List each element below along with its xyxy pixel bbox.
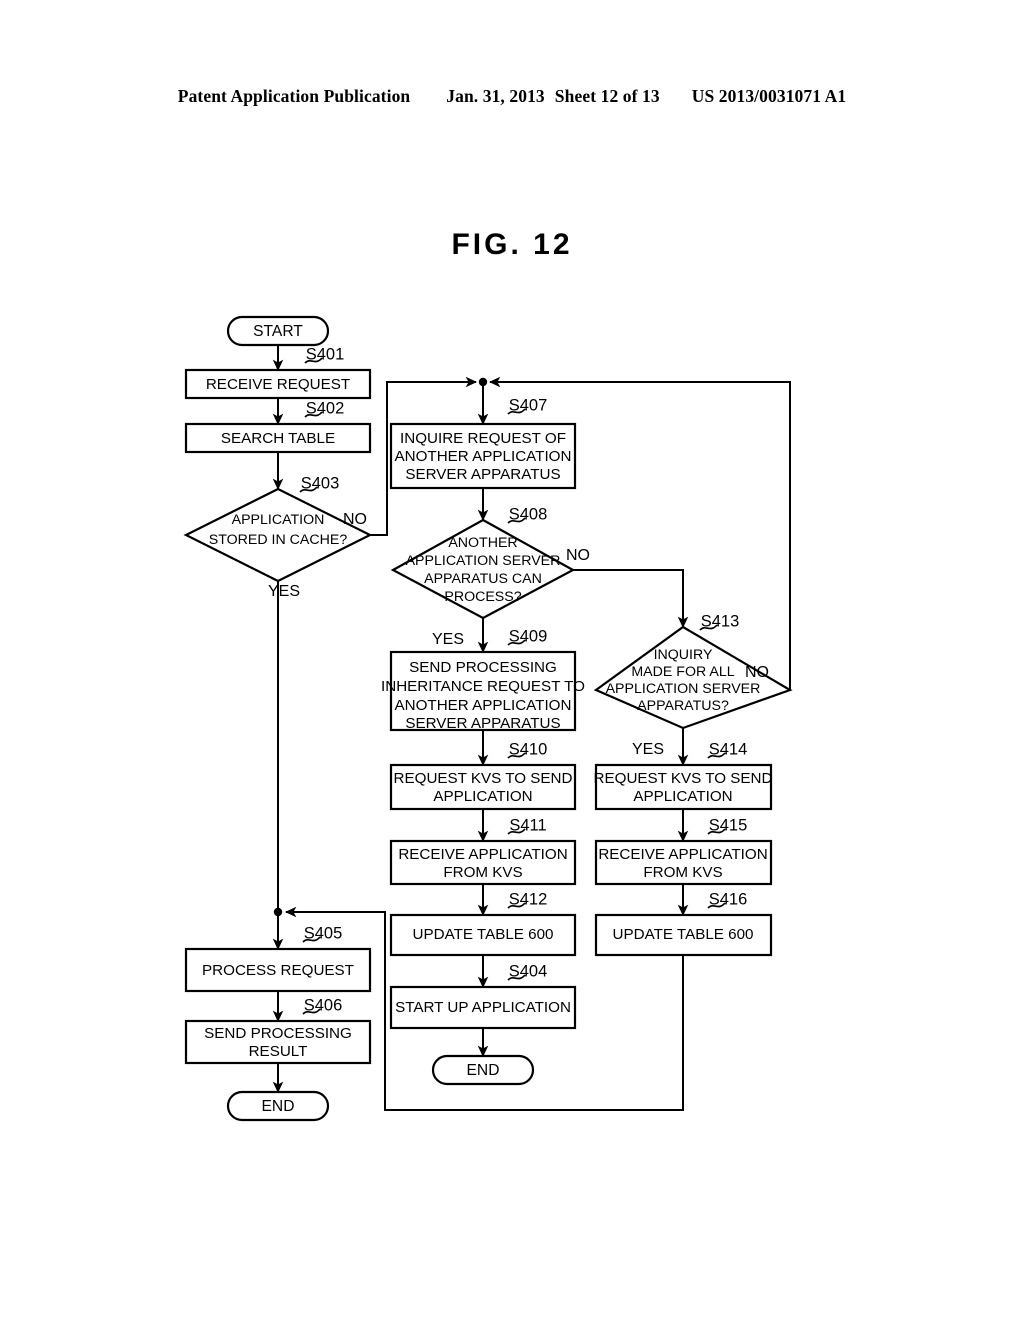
step-leader-s409: S409 — [507, 627, 548, 646]
node-s410-line-1: APPLICATION — [433, 788, 532, 805]
node-s414-line-1: APPLICATION — [633, 788, 732, 805]
terminal-start: START — [226, 315, 330, 347]
flowchart-diagram: START RECEIVE REQUEST S401 SEARCH TABLE … — [183, 315, 793, 1122]
step-label-s402: S402 — [306, 399, 345, 417]
step-label-s404: S404 — [509, 962, 548, 980]
step-label-s415: S415 — [709, 816, 748, 834]
node-s411: RECEIVE APPLICATION FROM KVS — [389, 839, 577, 886]
terminal-start-label: START — [253, 323, 303, 340]
edge-label-s408-yes: YES — [432, 631, 464, 648]
node-s409-line-0: SEND PROCESSING — [409, 659, 557, 676]
terminal-end-left-label: END — [262, 1098, 295, 1115]
step-leader-s414: S414 — [707, 740, 748, 759]
node-s401-line-0: RECEIVE REQUEST — [206, 376, 350, 393]
step-label-s414: S414 — [709, 740, 748, 758]
node-s407-line-1: ANOTHER APPLICATION — [395, 448, 572, 465]
step-leader-s406: S406 — [302, 996, 343, 1015]
node-s415-line-0: RECEIVE APPLICATION — [598, 846, 767, 863]
step-label-s405: S405 — [304, 924, 343, 942]
node-s413-line-3: APPARATUS? — [637, 698, 729, 714]
node-s405: PROCESS REQUEST — [184, 947, 372, 993]
node-s408-line-0: ANOTHER — [448, 535, 517, 551]
node-s408-line-2: APPARATUS CAN — [424, 571, 542, 587]
node-s406-line-1: RESULT — [249, 1043, 308, 1060]
step-leader-s404: S404 — [507, 962, 548, 981]
node-s405-line-0: PROCESS REQUEST — [202, 962, 354, 979]
node-s416: UPDATE TABLE 600 — [594, 913, 773, 957]
step-label-s403: S403 — [301, 474, 340, 492]
node-s403-line-1: STORED IN CACHE? — [209, 532, 348, 548]
node-s410-line-0: REQUEST KVS TO SEND — [394, 770, 573, 787]
node-s407: INQUIRE REQUEST OF ANOTHER APPLICATION S… — [389, 422, 577, 490]
node-s414: REQUEST KVS TO SEND APPLICATION — [594, 763, 773, 811]
terminal-end-middle-label: END — [467, 1062, 500, 1079]
node-s402-line-0: SEARCH TABLE — [221, 430, 335, 447]
step-leader-s401: S401 — [304, 345, 345, 364]
terminal-end-middle: END — [431, 1054, 535, 1086]
node-s407-line-2: SERVER APPARATUS — [405, 466, 560, 483]
edge-label-s413-yes: YES — [632, 741, 664, 758]
edge-label-s408-no: NO — [566, 547, 590, 564]
step-leader-s410: S410 — [507, 740, 548, 759]
node-s413-line-0: INQUIRY — [654, 647, 713, 663]
node-s411-line-1: FROM KVS — [443, 864, 522, 881]
node-s409: SEND PROCESSING INHERITANCE REQUEST TO A… — [381, 650, 585, 732]
node-s404: START UP APPLICATION — [389, 985, 577, 1030]
terminal-end-left: END — [226, 1090, 330, 1122]
node-s409-line-2: ANOTHER APPLICATION — [395, 697, 572, 714]
step-leader-s416: S416 — [707, 890, 748, 909]
step-label-s410: S410 — [509, 740, 548, 758]
node-s402: SEARCH TABLE — [184, 422, 372, 454]
step-leader-s405: S405 — [302, 924, 343, 943]
node-s407-line-0: INQUIRE REQUEST OF — [400, 430, 566, 447]
node-s408: ANOTHER APPLICATION SERVER APPARATUS CAN… — [390, 518, 576, 620]
edge-label-s403-yes: YES — [268, 583, 300, 600]
node-s415-line-1: FROM KVS — [643, 864, 722, 881]
step-leader-s412: S412 — [507, 890, 548, 909]
node-s409-line-1: INHERITANCE REQUEST TO — [381, 678, 585, 695]
node-s414-line-0: REQUEST KVS TO SEND — [594, 770, 773, 787]
node-s409-line-3: SERVER APPARATUS — [405, 715, 560, 732]
step-leader-s415: S415 — [707, 816, 748, 835]
edge-s408-no-to-s413 — [573, 569, 689, 628]
node-s410: REQUEST KVS TO SEND APPLICATION — [389, 763, 577, 811]
step-label-s412: S412 — [509, 890, 548, 908]
step-leader-s413: S413 — [699, 612, 740, 631]
node-s413-line-2: APPLICATION SERVER — [606, 681, 761, 697]
edge-label-s403-no: NO — [343, 511, 367, 528]
node-s403-line-0: APPLICATION — [232, 512, 325, 528]
step-label-s407: S407 — [509, 396, 548, 414]
node-s406-line-0: SEND PROCESSING — [204, 1025, 352, 1042]
node-s412: UPDATE TABLE 600 — [389, 913, 577, 957]
edge-label-s413-no: NO — [745, 664, 769, 681]
step-label-s409: S409 — [509, 627, 548, 645]
node-s412-line-0: UPDATE TABLE 600 — [413, 926, 554, 943]
node-s408-line-1: APPLICATION SERVER — [406, 553, 561, 569]
node-s415: RECEIVE APPLICATION FROM KVS — [594, 839, 773, 886]
step-label-s411: S411 — [509, 816, 546, 834]
node-s403: APPLICATION STORED IN CACHE? — [183, 487, 373, 583]
patent-drawing-page: Patent Application Publication Jan. 31, 2… — [0, 0, 1024, 1320]
step-label-s406: S406 — [304, 996, 343, 1014]
step-label-s416: S416 — [709, 890, 748, 908]
node-s411-line-0: RECEIVE APPLICATION — [398, 846, 567, 863]
node-s408-line-3: PROCESS? — [444, 589, 521, 605]
node-s406: SEND PROCESSING RESULT — [184, 1019, 372, 1065]
node-s416-line-0: UPDATE TABLE 600 — [613, 926, 754, 943]
step-label-s413: S413 — [701, 612, 740, 630]
step-leader-s408: S408 — [507, 505, 548, 524]
step-leader-s402: S402 — [304, 399, 345, 418]
node-s413-line-1: MADE FOR ALL — [631, 664, 734, 680]
node-s401: RECEIVE REQUEST — [184, 368, 372, 400]
node-s404-line-0: START UP APPLICATION — [395, 999, 571, 1016]
step-leader-s407: S407 — [507, 396, 548, 415]
step-leader-s403: S403 — [299, 474, 340, 493]
step-label-s408: S408 — [509, 505, 548, 523]
step-leader-s411: S411 — [507, 816, 547, 835]
step-label-s401: S401 — [306, 345, 345, 363]
